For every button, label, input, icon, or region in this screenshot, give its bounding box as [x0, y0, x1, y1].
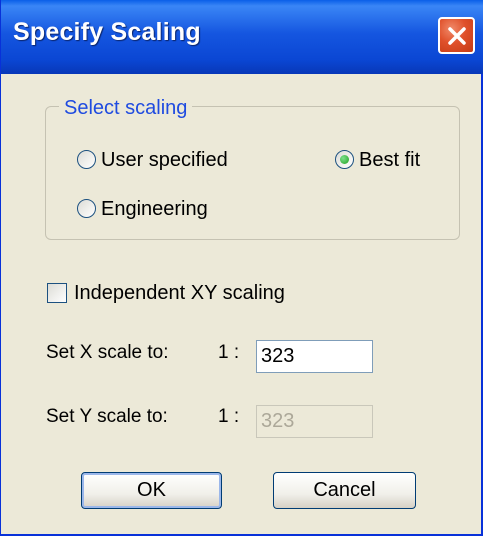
user-specified-label[interactable]: User specified	[101, 148, 228, 172]
engineering-radio[interactable]	[77, 199, 96, 218]
y-scale-input: 323	[256, 405, 373, 438]
user-specified-radio[interactable]	[77, 150, 96, 169]
select-scaling-label: Select scaling	[59, 96, 193, 120]
independent-xy-checkbox[interactable]	[47, 283, 67, 303]
x-scale-label: Set X scale to:	[46, 342, 169, 363]
x-scale-input[interactable]: 323	[256, 340, 373, 373]
close-button[interactable]	[438, 17, 475, 54]
independent-xy-label[interactable]: Independent XY scaling	[74, 281, 285, 305]
cancel-button[interactable]: Cancel	[273, 472, 416, 509]
title-bar[interactable]: Specify Scaling	[1, 0, 483, 74]
engineering-label[interactable]: Engineering	[101, 197, 208, 221]
window-title: Specify Scaling	[13, 18, 201, 46]
x-scale-ratio: 1 :	[218, 342, 240, 363]
ok-button[interactable]: OK	[81, 472, 222, 509]
specify-scaling-dialog: Specify Scaling Select scaling User spec…	[0, 0, 483, 536]
y-scale-label: Set Y scale to:	[46, 406, 168, 427]
best-fit-radio[interactable]	[335, 150, 354, 169]
y-scale-ratio: 1 :	[218, 406, 240, 427]
best-fit-label[interactable]: Best fit	[359, 148, 420, 172]
